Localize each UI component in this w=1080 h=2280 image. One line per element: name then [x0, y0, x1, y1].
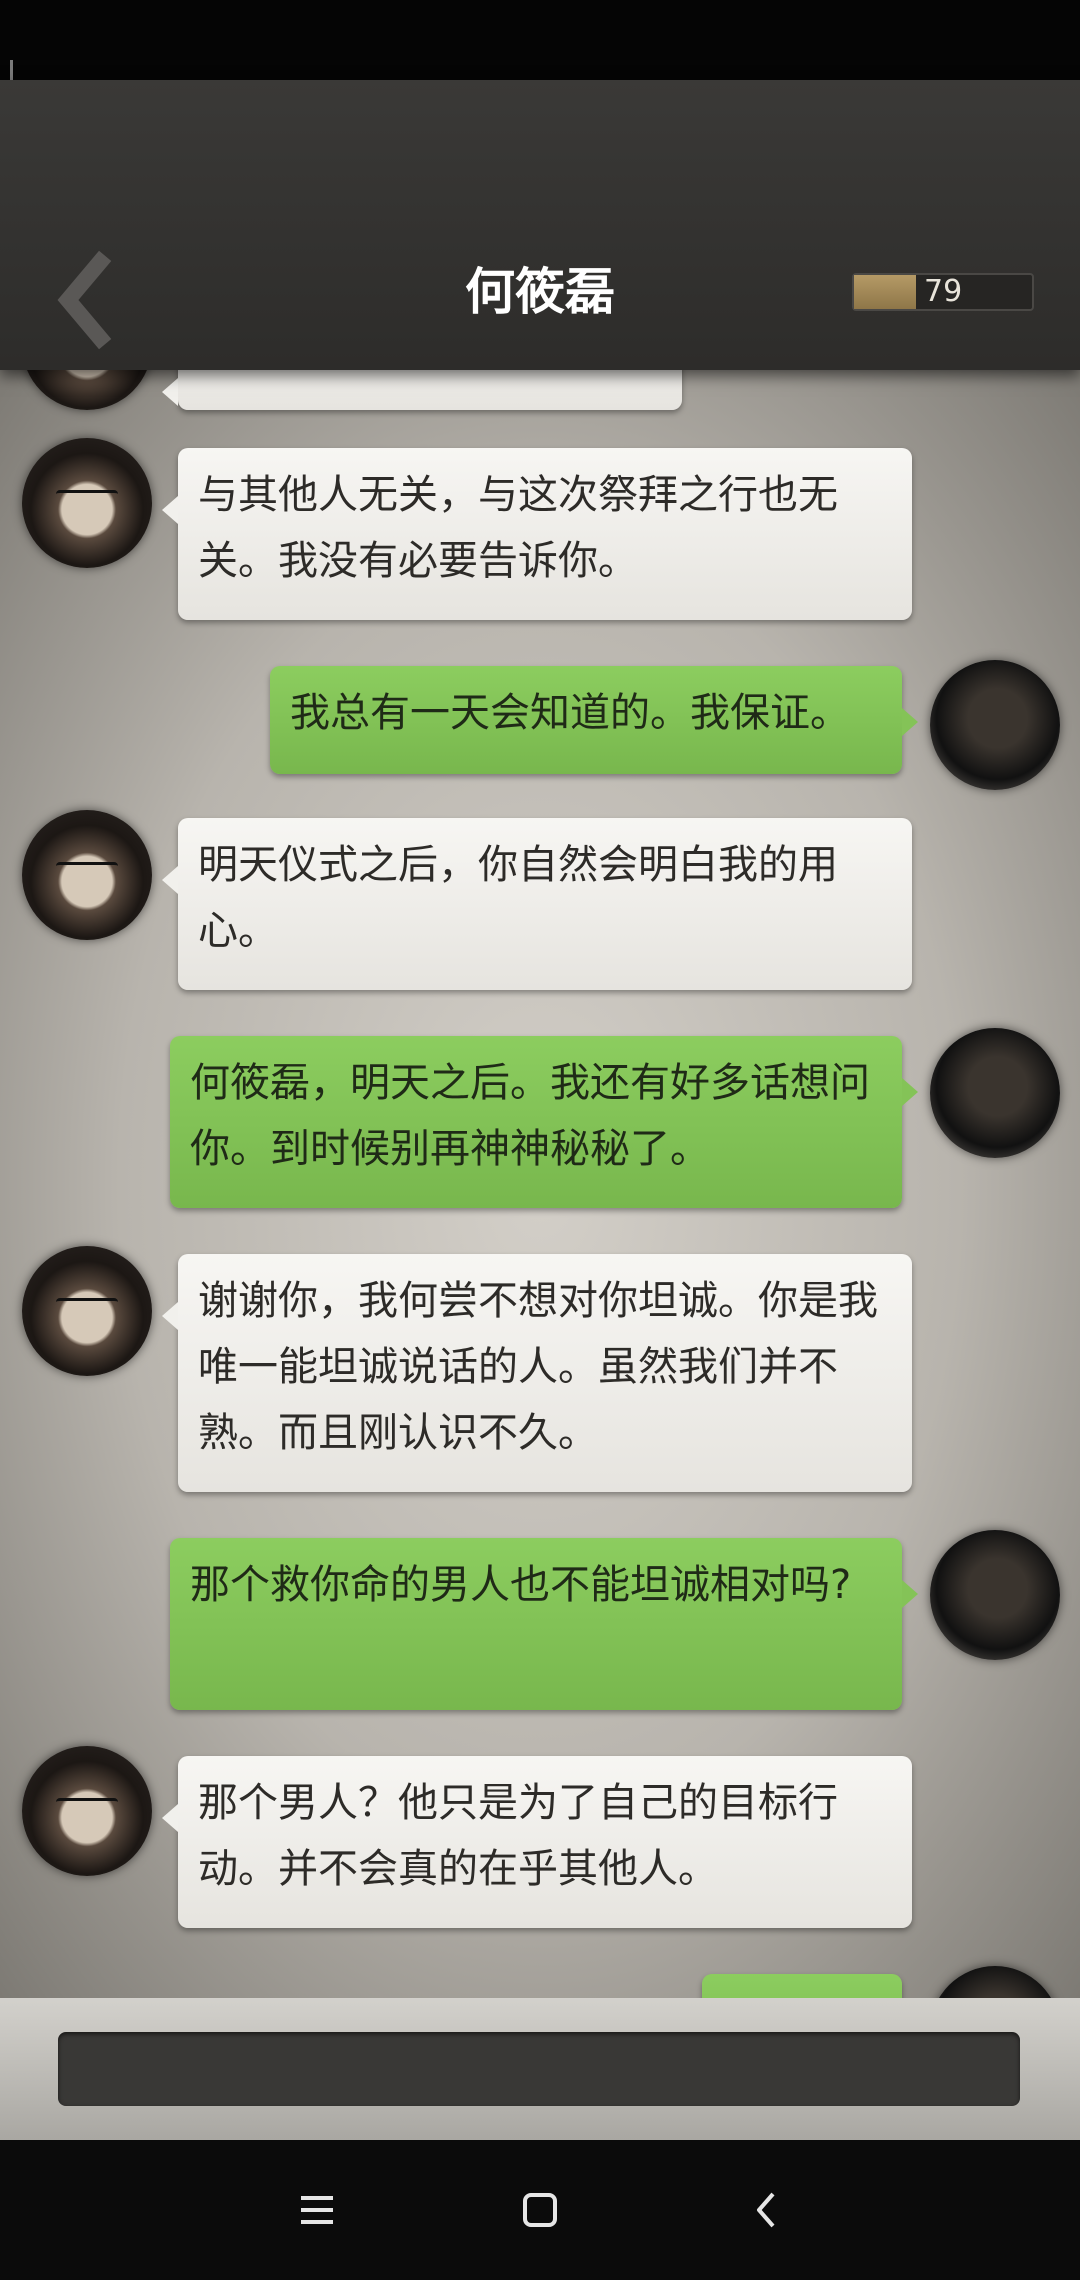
my-avatar[interactable]	[930, 660, 1060, 790]
other-avatar[interactable]	[22, 1246, 152, 1376]
home-square-icon	[523, 2193, 557, 2227]
other-avatar[interactable]	[22, 810, 152, 940]
nav-back-button[interactable]	[737, 2180, 797, 2240]
message-bubble-other: 那个男人？他只是为了自己的目标行动。并不会真的在乎其他人。	[162, 1756, 912, 1928]
my-avatar[interactable]	[930, 1966, 1060, 1998]
recents-button[interactable]	[287, 2180, 347, 2240]
affinity-progress-fill	[854, 275, 917, 309]
menu-icon	[301, 2196, 333, 2224]
other-avatar[interactable]	[22, 370, 152, 410]
message-bubble-other: 谢谢你，我何尝不想对你坦诚。你是我唯一能坦诚说话的人。虽然我们并不熟。而且刚认识…	[162, 1254, 912, 1492]
back-chevron-icon	[757, 2192, 775, 2228]
message-bubble-other	[162, 370, 682, 410]
chat-header: 何筱磊 79	[0, 80, 1080, 370]
message-bubble-me: 那个救你命的男人也不能坦诚相对吗?	[170, 1538, 918, 1710]
system-navigation-bar	[0, 2140, 1080, 2280]
affinity-progress-value: 79	[924, 274, 963, 309]
home-button[interactable]	[510, 2180, 570, 2240]
other-avatar[interactable]	[22, 438, 152, 568]
message-bubble-me	[702, 1974, 902, 1998]
message-bubble-me: 何筱磊，明天之后。我还有好多话想问你。到时候别再神神秘秘了。	[170, 1036, 918, 1208]
affinity-progress: 79	[852, 273, 1034, 311]
my-avatar[interactable]	[930, 1530, 1060, 1660]
message-bubble-other: 明天仪式之后，你自然会明白我的用心。	[162, 818, 912, 990]
chat-messages[interactable]: 与其他人无关，与这次祭拜之行也无关。我没有必要告诉你。 我总有一天会知道的。我保…	[0, 370, 1080, 1998]
other-avatar[interactable]	[22, 1746, 152, 1876]
message-bubble-other: 与其他人无关，与这次祭拜之行也无关。我没有必要告诉你。	[162, 448, 912, 620]
reply-bar	[0, 1998, 1080, 2140]
message-bubble-me: 我总有一天会知道的。我保证。	[270, 666, 918, 774]
reply-input[interactable]	[58, 2032, 1020, 2106]
my-avatar[interactable]	[930, 1028, 1060, 1158]
status-bar	[0, 0, 1080, 80]
